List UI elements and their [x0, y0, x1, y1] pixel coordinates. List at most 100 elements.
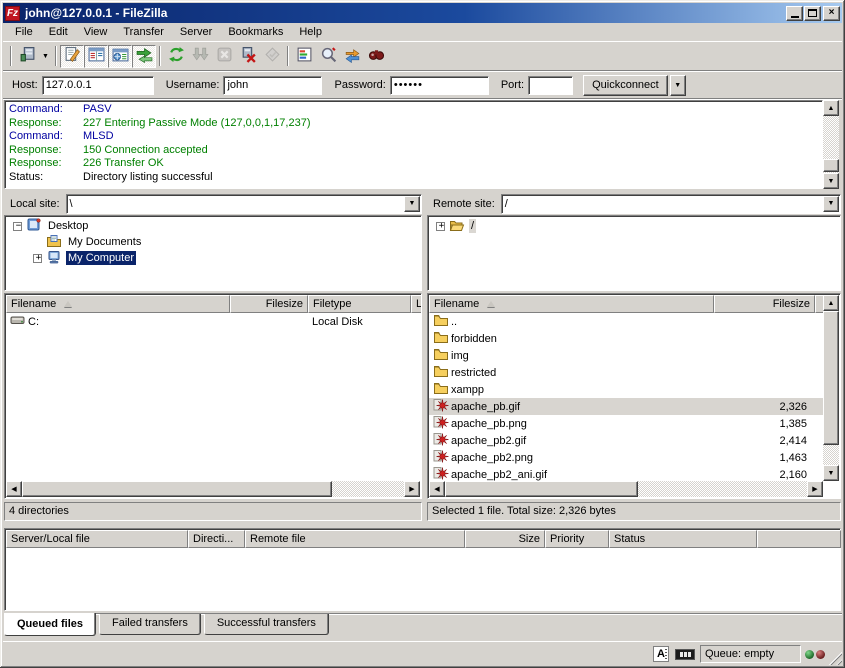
tab-queued-files[interactable]: Queued files — [4, 613, 96, 636]
local-tree-item-my-computer[interactable]: My Computer — [5, 250, 421, 266]
scroll-thumb[interactable] — [823, 311, 839, 445]
scroll-left-button[interactable]: ◀ — [6, 481, 22, 497]
folder-icon — [433, 347, 451, 364]
toolbar-separator — [287, 46, 289, 66]
local-site-combo[interactable]: \ ▼ — [66, 194, 422, 214]
find-files-button[interactable] — [364, 45, 388, 68]
local-tree-item-desktop[interactable]: Desktop — [5, 218, 421, 234]
scroll-track[interactable] — [332, 481, 404, 497]
toggle-queue-button[interactable] — [132, 45, 156, 68]
site-manager-dropdown-button[interactable]: ▼ — [39, 45, 52, 68]
file-row-restricted[interactable]: restricted — [429, 364, 823, 381]
menu-item-help[interactable]: Help — [291, 24, 330, 40]
remote-horizontal-scrollbar[interactable]: ◀ ▶ — [429, 481, 823, 497]
expand-plus-icon[interactable] — [436, 222, 445, 231]
scroll-track[interactable] — [638, 481, 807, 497]
scroll-thumb[interactable] — [823, 159, 839, 172]
quickconnect-button[interactable]: Quickconnect — [583, 75, 668, 96]
password-input[interactable] — [390, 76, 489, 95]
remote-site-dropdown-button[interactable]: ▼ — [823, 196, 839, 212]
file-row-apache-pb-png[interactable]: apache_pb.png1,385 — [429, 415, 823, 432]
collapse-minus-icon[interactable] — [13, 222, 22, 231]
refresh-button[interactable] — [164, 45, 188, 68]
scroll-left-button[interactable]: ◀ — [429, 481, 445, 497]
tab-failed-transfers[interactable]: Failed transfers — [99, 614, 201, 635]
column-header-size[interactable]: Size — [465, 530, 545, 548]
file-row-c[interactable]: C:Local Disk — [6, 313, 420, 330]
filename-cell: apache_pb.gif — [429, 398, 714, 415]
local-tree-item-my-documents[interactable]: My Documents — [5, 234, 421, 250]
scroll-up-button[interactable]: ▲ — [823, 100, 839, 116]
local-site-path[interactable]: \ — [67, 198, 404, 210]
tab-successful-transfers[interactable]: Successful transfers — [204, 614, 329, 635]
local-horizontal-scrollbar[interactable]: ◀ ▶ — [6, 481, 420, 497]
filename-text: apache_pb.gif — [451, 401, 520, 413]
remote-site-combo[interactable]: / ▼ — [501, 194, 841, 214]
file-row-[interactable]: .. — [429, 313, 823, 330]
local-site-dropdown-button[interactable]: ▼ — [404, 196, 420, 212]
toggle-remote-tree-button[interactable] — [108, 45, 132, 68]
scroll-down-button[interactable]: ▼ — [823, 173, 839, 189]
file-row-forbidden[interactable]: forbidden — [429, 330, 823, 347]
local-list-body[interactable]: C:Local Disk — [6, 313, 420, 481]
title-bar[interactable]: Fz john@127.0.0.1 - FileZilla × — [3, 3, 842, 23]
resize-grip[interactable] — [827, 650, 842, 665]
maximize-button[interactable] — [804, 6, 821, 21]
menu-item-server[interactable]: Server — [172, 24, 220, 40]
quickconnect-dropdown-button[interactable]: ▼ — [670, 75, 686, 96]
file-row-xampp[interactable]: xampp — [429, 381, 823, 398]
column-header-filename[interactable]: Filename — [429, 295, 714, 313]
port-input[interactable] — [528, 76, 573, 95]
scroll-thumb[interactable] — [445, 481, 638, 497]
synchronized-browsing-button[interactable] — [340, 45, 364, 68]
column-header-directi[interactable]: Directi... — [188, 530, 245, 548]
menu-item-view[interactable]: View — [76, 24, 116, 40]
scroll-right-button[interactable]: ▶ — [807, 481, 823, 497]
scroll-thumb[interactable] — [22, 481, 332, 497]
file-row-apache-pb2-png[interactable]: apache_pb2.png1,463 — [429, 449, 823, 466]
column-header-remote-file[interactable]: Remote file — [245, 530, 465, 548]
file-row-img[interactable]: img — [429, 347, 823, 364]
remote-vertical-scrollbar[interactable]: ▲ ▼ — [823, 295, 839, 481]
expand-plus-icon[interactable] — [33, 254, 42, 263]
scroll-right-button[interactable]: ▶ — [404, 481, 420, 497]
toggle-message-log-button[interactable] — [60, 45, 84, 68]
queue-headers: Server/Local fileDirecti...Remote fileSi… — [6, 530, 841, 548]
file-row-apache-pb-gif[interactable]: apache_pb.gif2,326 — [429, 398, 823, 415]
menu-item-file[interactable]: File — [7, 24, 41, 40]
remote-tree-item-[interactable]: / — [428, 218, 840, 234]
speed-limit-icon[interactable] — [675, 649, 695, 660]
file-row-apache-pb2-ani-gif[interactable]: apache_pb2_ani.gif2,160 — [429, 466, 823, 481]
log-message: PASV — [83, 103, 112, 117]
menu-item-bookmarks[interactable]: Bookmarks — [220, 24, 291, 40]
close-button[interactable]: × — [823, 6, 840, 21]
column-header-filesize[interactable]: Filesize — [230, 295, 308, 313]
minimize-button[interactable] — [786, 6, 803, 21]
username-input[interactable] — [223, 76, 322, 95]
directory-comparison-button[interactable] — [316, 45, 340, 68]
message-log-scrollbar[interactable]: ▲ ▼ — [823, 100, 839, 189]
scroll-down-button[interactable]: ▼ — [823, 465, 839, 481]
directory-filter-button[interactable] — [292, 45, 316, 68]
file-row-apache-pb2-gif[interactable]: apache_pb2.gif2,414 — [429, 432, 823, 449]
column-header-l[interactable]: L — [411, 295, 422, 313]
site-manager-button[interactable] — [15, 45, 39, 68]
menu-item-edit[interactable]: Edit — [41, 24, 76, 40]
activity-led-green-icon — [805, 650, 814, 659]
column-header-filetype[interactable]: Filetype — [308, 295, 411, 313]
column-header-priority[interactable]: Priority — [545, 530, 609, 548]
remote-site-path[interactable]: / — [502, 198, 823, 210]
remote-list-body[interactable]: ..forbiddenimgrestrictedxamppapache_pb.g… — [429, 313, 823, 481]
reconnect-button — [260, 45, 284, 68]
toggle-local-tree-button[interactable] — [84, 45, 108, 68]
transfer-type-ascii-icon[interactable]: A — [653, 646, 669, 662]
scroll-up-button[interactable]: ▲ — [823, 295, 839, 311]
column-header-server-local-file[interactable]: Server/Local file — [6, 530, 188, 548]
column-header-filename[interactable]: Filename — [6, 295, 230, 313]
queue-body[interactable] — [6, 548, 839, 609]
disconnect-button[interactable] — [236, 45, 260, 68]
column-header-filesize[interactable]: Filesize — [714, 295, 815, 313]
menu-item-transfer[interactable]: Transfer — [115, 24, 172, 40]
host-input[interactable] — [42, 76, 154, 95]
column-header-status[interactable]: Status — [609, 530, 757, 548]
